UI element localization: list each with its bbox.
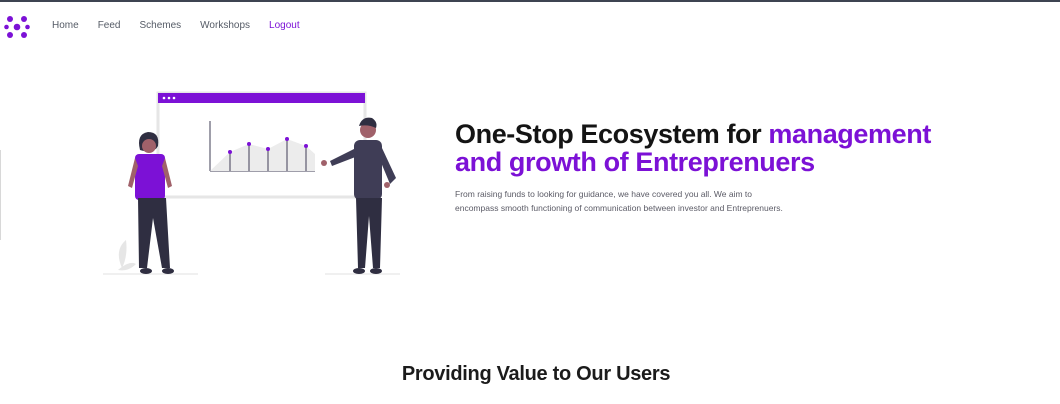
nav-schemes-link[interactable]: Schemes (139, 20, 181, 31)
hero-title-highlight-line2: and growth of Entreprenuers (455, 147, 815, 177)
nav-logout-link[interactable]: Logout (269, 20, 300, 31)
hero-title-highlight: management (768, 119, 931, 149)
nav-workshops-link[interactable]: Workshops (200, 20, 250, 31)
nav-links: Home Feed Schemes Workshops Logout (52, 20, 319, 31)
dots-logo-icon[interactable] (4, 14, 30, 40)
presentation-illustration (103, 91, 400, 275)
nav-home-link[interactable]: Home (52, 20, 79, 31)
left-edge-line (0, 150, 1, 240)
section-title: Providing Value to Our Users (401, 363, 671, 385)
navbar: Home Feed Schemes Workshops Logout (0, 2, 1060, 50)
hero-title-part1: One-Stop Ecosystem for (455, 119, 769, 149)
hero-text: One-Stop Ecosystem for management and gro… (455, 120, 975, 215)
hero-description: From raising funds to looking for guidan… (455, 189, 783, 213)
nav-feed-link[interactable]: Feed (98, 20, 121, 31)
hero-title: One-Stop Ecosystem for management and gro… (455, 120, 975, 176)
